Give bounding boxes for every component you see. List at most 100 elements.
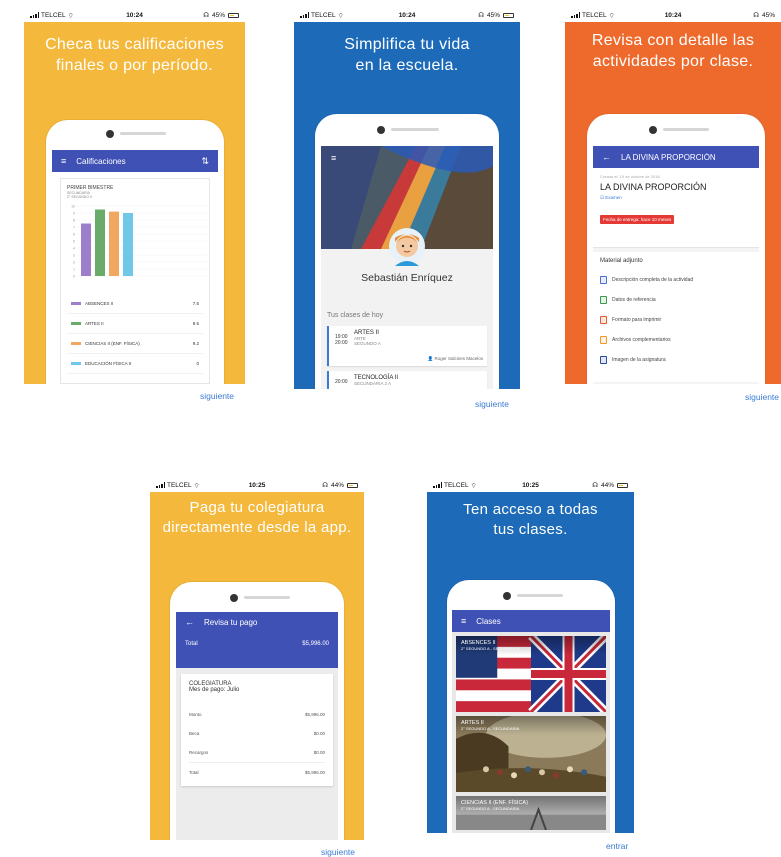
wifi-icon: ⌔ [470,482,477,490]
payment-row-label: Beca [189,731,200,736]
attachment-item[interactable]: Descripción completa de la actividad [600,270,752,290]
speaker-grill [663,128,709,131]
headphones-icon: ☊ [478,12,484,19]
class-card[interactable]: 19:00 20:00 ARTES II ARTE SEGUNDO A 👤 Roger S… [327,326,487,366]
grade-value: 9.2 [192,341,199,346]
next-link[interactable]: siguiente [475,399,509,409]
menu-icon[interactable]: ≡ [61,156,66,166]
phone-screen: ← Revisa tu pago Total $5,996.00 COLEGIA… [176,612,338,840]
wifi-icon: ⌔ [608,12,615,20]
class-times: 20:00 [335,375,349,387]
grade-value: 7.5 [192,301,199,306]
series-swatch [71,342,81,345]
wifi-icon: ⌔ [337,12,344,20]
slide-headline: Simplifica tu vida en la escuela. [344,36,470,74]
class-card[interactable]: 20:00 TECNOLOGÍA II SECUNDARIA 2 A [327,371,487,389]
card-subtitle: 2° SEGUNDO A - SECUNDARIA [461,646,520,651]
battery-icon [617,482,628,488]
grades-card: PRIMER BIMESTRE SECUNDARIA 2° SEGUNDO II… [60,178,210,384]
card-subtitle: 2° SEGUNDO A - SECUNDARIA [461,726,520,731]
camera-dot [230,594,238,602]
activity-title: LA DIVINA PROPORCIÓN [600,182,707,192]
payment-row-value: $5,996.00 [304,769,325,775]
sort-icon[interactable]: ⇅ [201,156,209,166]
class-card[interactable]: CIENCIAS II (ENF. FÍSICA) 2° SEGUNDO A - … [456,796,606,830]
series-swatch [71,302,81,305]
attachment-item[interactable]: Archivos complementarios [600,330,752,350]
status-bar: TELCEL ⌔ 10:25 ☊ 44% [427,478,634,492]
grade-value: 0 [196,361,199,366]
back-arrow-icon[interactable]: ← [185,617,194,627]
due-badge: Fecha de entrega: hace 10 meses [600,215,675,224]
app-bar: ≡ Clases [452,610,610,632]
grade-bar [123,213,133,276]
created-date: Creada el: 15 de octubre de 2018 [600,174,660,179]
payment-row-label: Monto [189,712,202,717]
avatar [389,226,425,266]
slide-headline: Revisa con detalle las actividades por c… [591,32,755,70]
camera-dot [377,126,385,134]
signal-icon [300,12,309,18]
payment-row-value: $5,996.00 [304,712,325,717]
payment-row-label: Total [189,769,199,775]
payment-month: Mes de pago: Julio [189,687,240,693]
phone-frame: ≡ Clases ABSENCES II 2° SEGUNDO A - SECUN… [447,580,615,833]
y-tick-label: 0 [73,274,75,278]
back-arrow-icon[interactable]: ← [602,152,611,162]
attachment-item[interactable]: Formato para imprimir [600,310,752,330]
wifi-icon: ⌔ [193,482,200,490]
y-tick-label: 8 [73,218,75,222]
phone-frame: ≡ Sebastián Enríquez Tus clases de hoy 1… [315,114,499,389]
camera-dot [503,592,511,600]
attachment-label: Datos de referencia [612,297,656,303]
onboarding-board: TELCEL ⌔ 10:24 ☊ 45% Checa tus calificacio… [0,0,781,857]
payment-card: COLEGIATURA Mes de pago: Julio Monto $5,9… [181,674,333,786]
subject-label: ABSENCES II [85,301,114,306]
zip-icon [600,336,607,344]
attachment-item[interactable]: Imagen de la asignatura [600,350,752,370]
grade-row[interactable]: ABSENCES II 7.5 [67,294,203,314]
app-bar: ← LA DIVINA PROPORCIÓN [593,146,759,168]
battery-icon [503,12,514,18]
y-tick-label: 3 [73,253,75,257]
payment-breakdown: Monto $5,996.00 Beca $0.00 Recargos $0.00 Tota… [189,705,325,781]
grade-row[interactable]: EDUCACIÓN FÍSICA II 0 [67,354,203,374]
next-link[interactable]: siguiente [321,847,355,857]
enter-link[interactable]: entrar [606,841,628,851]
slide-headline: Paga tu colegiatura directamente desde l… [162,499,352,536]
app-bar: ≡ Calificaciones ⇅ [52,150,218,172]
attachment-label: Imagen de la asignatura [612,357,666,363]
headphones-icon: ☊ [592,482,598,489]
signal-icon [30,12,39,18]
y-tick-label: 1 [73,267,75,271]
grade-row[interactable]: CIENCIAS II (ENF. FÍSICA) 9.2 [67,334,203,354]
attachment-item[interactable]: Datos de referencia [600,290,752,310]
end-time: 20:00 [335,340,348,346]
menu-icon[interactable]: ≡ [461,616,466,626]
subject-label: EDUCACIÓN FÍSICA II [85,361,132,366]
class-times: 19:00 20:00 [335,330,349,362]
app-bar: ← Revisa tu pago [185,616,258,627]
phone-screen: ≡ Clases ABSENCES II 2° SEGUNDO A - SECUN… [452,610,610,833]
speaker-grill [244,596,290,599]
signal-icon [156,482,165,488]
class-card-list: ABSENCES II 2° SEGUNDO A - SECUNDARIA ARTE… [452,632,610,833]
payment-row: Total $5,996.00 [189,762,325,781]
subject-label: ARTES II [85,321,104,326]
image-icon [600,356,607,364]
menu-icon[interactable]: ≡ [331,154,336,163]
slide-headline: Checa tus calificaciones finales o por p… [45,36,224,74]
status-bar: TELCEL ⌔ 10:24 ☊ 45% [24,8,245,22]
grade-list: ABSENCES II 7.5 ARTES II 9.5 CIENCIAS II (EN… [67,294,203,374]
class-info: TECNOLOGÍA II SECUNDARIA 2 A [354,375,481,387]
grade-row[interactable]: ARTES II 9.5 [67,314,203,334]
class-card[interactable]: ABSENCES II 2° SEGUNDO A - SECUNDARIA [456,636,606,712]
phone-screen: ≡ Sebastián Enríquez Tus clases de hoy 1… [321,146,493,389]
y-tick-label: 7 [73,225,75,229]
next-link[interactable]: siguiente [200,391,234,401]
teacher-name: 👤 Roger Salcines Macelos [427,356,483,361]
slide-classes: TELCEL ⌔ 10:25 ☊ 44% Ten acceso a todas tu… [427,478,634,833]
class-card[interactable]: ARTES II 2° SEGUNDO A - SECUNDARIA [456,716,606,792]
attachment-label: Descripción completa de la actividad [612,277,694,283]
next-link[interactable]: siguiente [745,392,779,402]
